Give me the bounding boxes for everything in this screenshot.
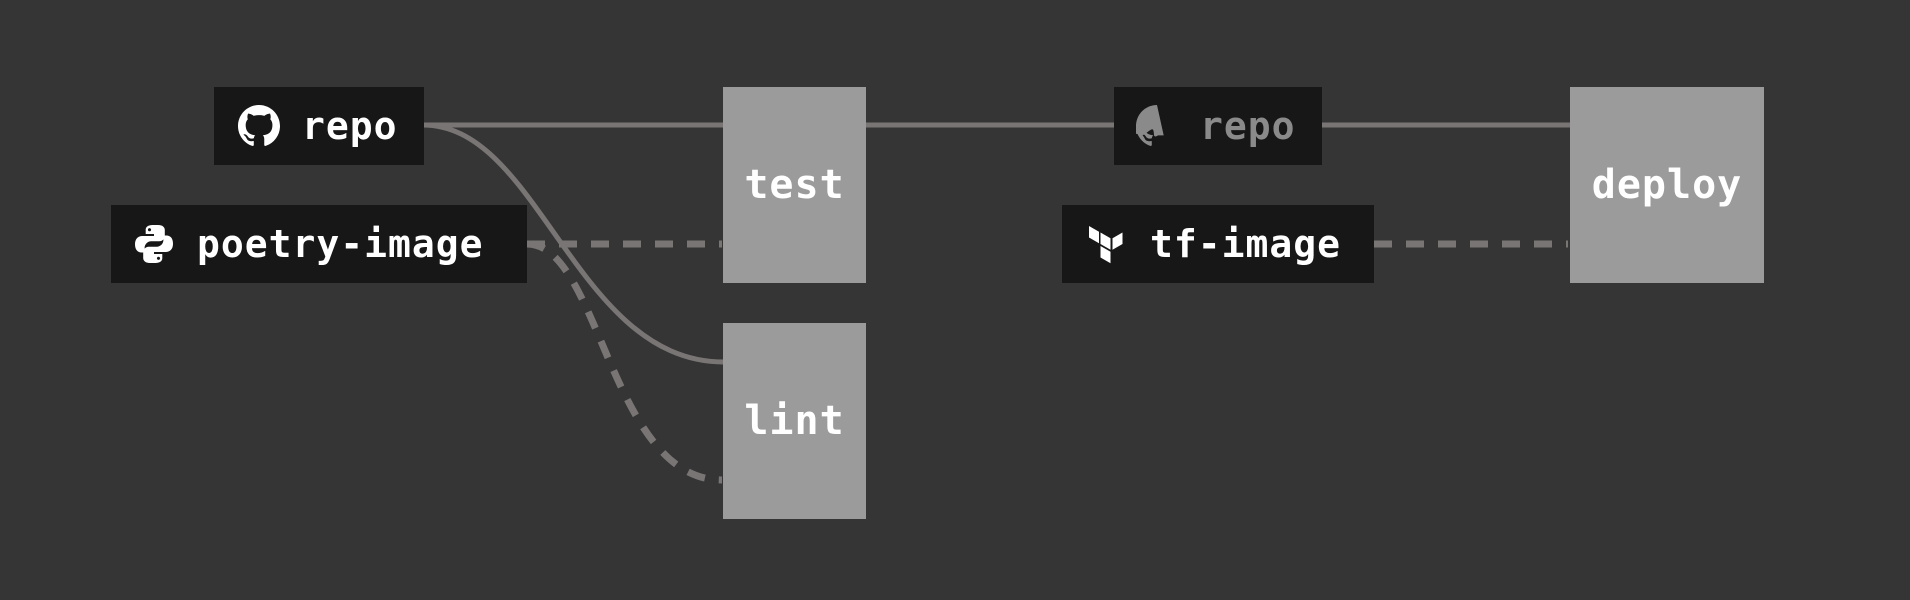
resource-poetry-image-label: poetry-image <box>197 222 484 266</box>
job-test[interactable]: test <box>723 87 866 283</box>
job-deploy-label: deploy <box>1591 162 1743 208</box>
github-icon <box>238 105 280 147</box>
resource-poetry-image[interactable]: poetry-image <box>111 205 527 283</box>
job-deploy[interactable]: deploy <box>1570 87 1764 283</box>
resource-tf-image-label: tf-image <box>1150 222 1342 266</box>
resource-repo-label: repo <box>302 104 398 148</box>
resource-tf-image[interactable]: tf-image <box>1062 205 1374 283</box>
job-test-label: test <box>744 162 845 208</box>
github-icon <box>1136 105 1178 147</box>
resource-repo-output[interactable]: repo <box>1114 87 1322 165</box>
job-lint-label: lint <box>744 398 845 444</box>
resource-repo-output-label: repo <box>1200 104 1296 148</box>
edge-poetry-image-to-lint <box>526 240 723 484</box>
terraform-icon <box>1086 223 1128 265</box>
job-lint[interactable]: lint <box>723 323 866 519</box>
resource-repo[interactable]: repo <box>214 87 424 165</box>
pipeline-diagram: repo poetry-image repo tf-image test lin… <box>0 0 1910 600</box>
python-icon <box>133 223 175 265</box>
